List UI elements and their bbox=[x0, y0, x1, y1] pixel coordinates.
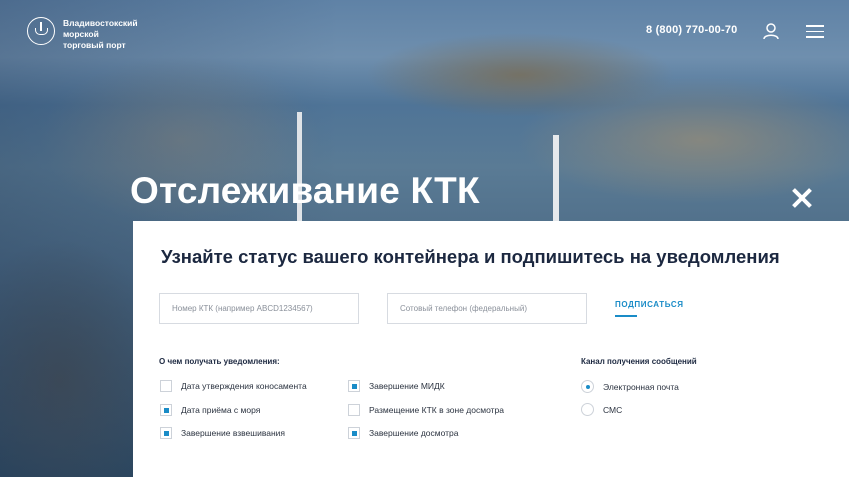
option-label: Завершение МИДК bbox=[369, 381, 445, 391]
option-inspection-complete[interactable]: Завершение досмотра bbox=[348, 427, 458, 439]
option-label: Завершение досмотра bbox=[369, 428, 459, 438]
logo-line-2: морской bbox=[63, 29, 99, 39]
phone-link[interactable]: 8 (800) 770-00-70 bbox=[646, 24, 737, 36]
port-emblem-icon bbox=[27, 17, 55, 45]
user-icon[interactable] bbox=[762, 22, 780, 40]
option-sea-receipt-date[interactable]: Дата приёма с моря bbox=[160, 404, 260, 416]
logo-line-1: Владивостокский bbox=[63, 18, 138, 28]
option-inspection-zone-placement[interactable]: Размещение КТК в зоне досмотра bbox=[348, 404, 504, 416]
radio-button[interactable] bbox=[581, 380, 594, 393]
checkbox[interactable] bbox=[160, 427, 172, 439]
option-weighing-complete[interactable]: Завершение взвешивания bbox=[160, 427, 285, 439]
checkbox[interactable] bbox=[160, 380, 172, 392]
logo-text: Владивостокский морской торговый порт bbox=[63, 18, 153, 51]
page-title: Отслеживание КТК bbox=[130, 170, 480, 211]
option-label: Дата утверждения коносамента bbox=[181, 381, 307, 391]
logo-line-3: торговый порт bbox=[63, 40, 126, 50]
tracking-panel: Узнайте статус вашего контейнера и подпи… bbox=[133, 221, 849, 477]
channel-sms[interactable]: СМС bbox=[581, 403, 622, 416]
channel-label: Канал получения сообщений bbox=[581, 357, 697, 366]
radio-button[interactable] bbox=[581, 403, 594, 416]
logo[interactable]: Владивостокский морской торговый порт bbox=[27, 17, 153, 51]
hamburger-menu-icon[interactable] bbox=[806, 25, 824, 38]
close-icon[interactable] bbox=[790, 186, 814, 210]
notifications-label: О чем получать уведомления: bbox=[159, 357, 280, 366]
container-number-input[interactable] bbox=[159, 293, 359, 324]
channel-option-label: Электронная почта bbox=[603, 381, 679, 392]
channel-email[interactable]: Электронная почта bbox=[581, 380, 679, 393]
checkbox[interactable] bbox=[348, 427, 360, 439]
checkbox[interactable] bbox=[348, 404, 360, 416]
option-midk-complete[interactable]: Завершение МИДК bbox=[348, 380, 445, 392]
option-label: Размещение КТК в зоне досмотра bbox=[369, 405, 504, 415]
channel-option-label: СМС bbox=[603, 404, 623, 415]
subscribe-button[interactable]: ПОДПИСАТЬСЯ bbox=[615, 300, 684, 309]
panel-subtitle: Узнайте статус вашего контейнера и подпи… bbox=[161, 246, 780, 267]
checkbox[interactable] bbox=[160, 404, 172, 416]
subscribe-underline bbox=[615, 315, 637, 317]
option-label: Завершение взвешивания bbox=[181, 428, 286, 438]
option-bill-of-lading-date[interactable]: Дата утверждения коносамента bbox=[160, 380, 307, 392]
mobile-phone-input[interactable] bbox=[387, 293, 587, 324]
checkbox[interactable] bbox=[348, 380, 360, 392]
option-label: Дата приёма с моря bbox=[181, 405, 261, 415]
bridge-pylon-right bbox=[553, 135, 559, 223]
